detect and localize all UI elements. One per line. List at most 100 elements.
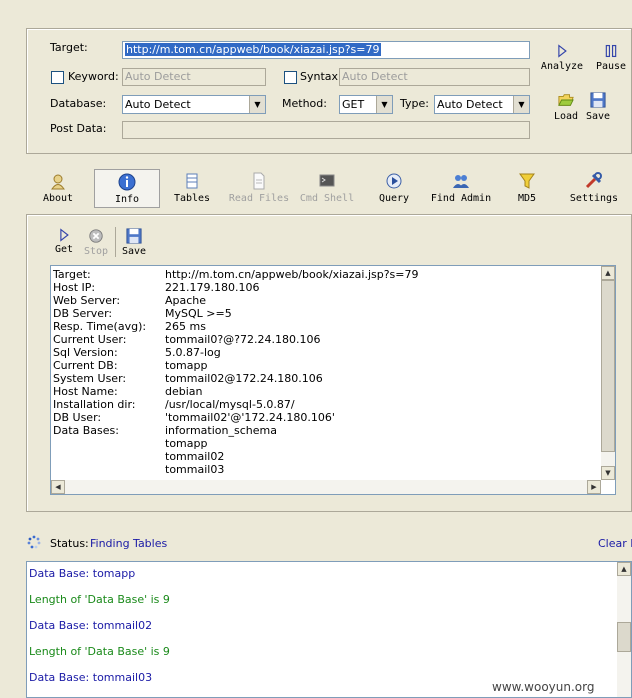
analyze-label: Analyze xyxy=(540,61,584,72)
info-key: Current User: xyxy=(53,333,127,346)
info-value: tommail02@172.24.180.106 xyxy=(165,372,323,385)
target-input-value: http://m.tom.cn/appweb/book/xiazai.jsp?s… xyxy=(125,43,381,56)
save-file-button[interactable]: Save xyxy=(582,92,614,122)
keyword-input[interactable]: Auto Detect xyxy=(122,68,266,86)
info-key: DB User: xyxy=(53,411,102,424)
syntax-input[interactable]: Auto Detect xyxy=(339,68,530,86)
clear-log-link[interactable]: Clear L xyxy=(598,537,632,550)
vertical-scrollbar[interactable]: ▲ ▼ xyxy=(601,266,615,480)
info-value: /usr/local/mysql-5.0.87/ xyxy=(165,398,295,411)
info-row: Current DB: tomapp xyxy=(51,359,601,372)
info-key: Target: xyxy=(53,268,91,281)
info-value: http://m.tom.cn/appweb/book/xiazai.jsp?s… xyxy=(165,268,419,281)
find-admin-button[interactable]: Find Admin xyxy=(428,172,494,204)
query-button[interactable]: Query xyxy=(372,172,416,204)
cmd-shell-button[interactable]: Cmd Shell xyxy=(296,172,358,204)
info-value: tomapp xyxy=(165,359,208,372)
info-row: DB Server: MySQL >=5 xyxy=(51,307,601,320)
syntax-checkbox[interactable] xyxy=(284,71,297,84)
info-key: Installation dir: xyxy=(53,398,136,411)
tables-icon xyxy=(186,173,198,189)
info-key: Data Bases: xyxy=(53,424,119,437)
about-button[interactable]: About xyxy=(38,172,78,204)
target-input[interactable]: http://m.tom.cn/appweb/book/xiazai.jsp?s… xyxy=(122,41,530,59)
chevron-down-icon[interactable]: ▼ xyxy=(249,96,265,113)
scroll-right-icon[interactable]: ▶ xyxy=(587,480,601,494)
info-value: Apache xyxy=(165,294,207,307)
info-value: MySQL >=5 xyxy=(165,307,232,320)
horizontal-scrollbar[interactable]: ◀ ▶ xyxy=(51,480,601,494)
log-line: Data Base: tomapp xyxy=(29,567,136,580)
database-label: Database: xyxy=(50,97,107,110)
md5-icon xyxy=(519,173,535,189)
info-row: Web Server: Apache xyxy=(51,294,601,307)
floppy-disk-icon xyxy=(126,228,142,244)
save-file-label: Save xyxy=(585,111,611,122)
main-toolbar: About Info Tables Read Files Cmd Shell Q… xyxy=(26,164,632,208)
about-icon xyxy=(51,174,65,190)
info-value: tommail0?@?72.24.180.106 xyxy=(165,333,321,346)
info-value: 'tommail02'@'172.24.180.106' xyxy=(165,411,335,424)
postdata-input[interactable] xyxy=(122,121,530,139)
read-files-button[interactable]: Read Files xyxy=(226,172,292,204)
stop-button[interactable]: Stop xyxy=(82,228,110,257)
cmd-shell-icon xyxy=(319,174,335,187)
keyword-checkbox[interactable] xyxy=(51,71,64,84)
info-key: DB Server: xyxy=(53,307,113,320)
log-scrollbar[interactable]: ▲ xyxy=(617,562,631,697)
folder-open-icon xyxy=(558,94,574,106)
scroll-down-icon[interactable]: ▼ xyxy=(601,466,615,480)
query-icon xyxy=(386,173,402,189)
info-value: 265 ms xyxy=(165,320,206,333)
syntax-label: Syntax: xyxy=(300,70,342,83)
info-row: DB User: 'tommail02'@'172.24.180.106' xyxy=(51,411,601,424)
load-button[interactable]: Load xyxy=(550,92,582,122)
target-label: Target: xyxy=(50,41,88,54)
info-icon xyxy=(118,173,136,191)
play-icon xyxy=(558,44,567,58)
method-select-value: GET xyxy=(342,98,365,111)
info-row: Target: http://m.tom.cn/appweb/book/xiaza… xyxy=(51,268,601,281)
find-admin-icon xyxy=(453,175,469,188)
scroll-up-icon[interactable]: ▲ xyxy=(601,266,615,280)
info-row: tommail03 xyxy=(51,463,601,476)
info-row: Installation dir: /usr/local/mysql-5.0.87… xyxy=(51,398,601,411)
status-value: Finding Tables xyxy=(90,537,168,550)
chevron-down-icon[interactable]: ▼ xyxy=(513,96,529,113)
log-panel[interactable]: Data Base: tomapp Length of 'Data Base' i… xyxy=(26,561,632,698)
chevron-down-icon[interactable]: ▼ xyxy=(376,96,392,113)
info-row: Sql Version: 5.0.87-log xyxy=(51,346,601,359)
info-textarea[interactable]: Target: http://m.tom.cn/appweb/book/xiaza… xyxy=(50,265,616,495)
info-row: Host IP: 221.179.180.106 xyxy=(51,281,601,294)
save-info-button[interactable]: Save xyxy=(120,228,148,257)
info-value: debian xyxy=(165,385,203,398)
analyze-button[interactable]: Analyze xyxy=(538,44,586,72)
info-value: 221.179.180.106 xyxy=(165,281,260,294)
info-row: Data Bases: information_schema xyxy=(51,424,601,437)
toolbar-divider xyxy=(115,227,116,257)
spinner-icon xyxy=(27,535,41,549)
log-list: Data Base: tomapp Length of 'Data Base' i… xyxy=(27,562,617,697)
info-key: Sql Version: xyxy=(53,346,118,359)
log-line: Data Base: tommail02 xyxy=(29,619,153,632)
pause-button[interactable]: Pause xyxy=(592,44,630,72)
method-select[interactable]: GET ▼ xyxy=(339,95,393,114)
log-line: Length of 'Data Base' is 9 xyxy=(29,645,170,658)
type-select[interactable]: Auto Detect ▼ xyxy=(434,95,530,114)
database-select[interactable]: Auto Detect ▼ xyxy=(122,95,266,114)
scroll-thumb[interactable] xyxy=(601,280,615,452)
get-button[interactable]: Get xyxy=(52,228,76,255)
scroll-thumb[interactable] xyxy=(617,622,631,652)
md5-button[interactable]: MD5 xyxy=(510,172,544,204)
info-tab[interactable]: Info xyxy=(94,169,160,208)
scroll-left-icon[interactable]: ◀ xyxy=(51,480,65,494)
info-key: Host Name: xyxy=(53,385,118,398)
keyword-label: Keyword: xyxy=(68,70,119,83)
watermark: www.wooyun.org xyxy=(492,680,595,694)
scroll-up-icon[interactable]: ▲ xyxy=(617,562,631,576)
database-select-value: Auto Detect xyxy=(125,98,191,111)
info-key: System User: xyxy=(53,372,127,385)
tables-button[interactable]: Tables xyxy=(170,172,214,204)
type-label: Type: xyxy=(400,97,429,110)
settings-button[interactable]: Settings xyxy=(566,172,622,204)
